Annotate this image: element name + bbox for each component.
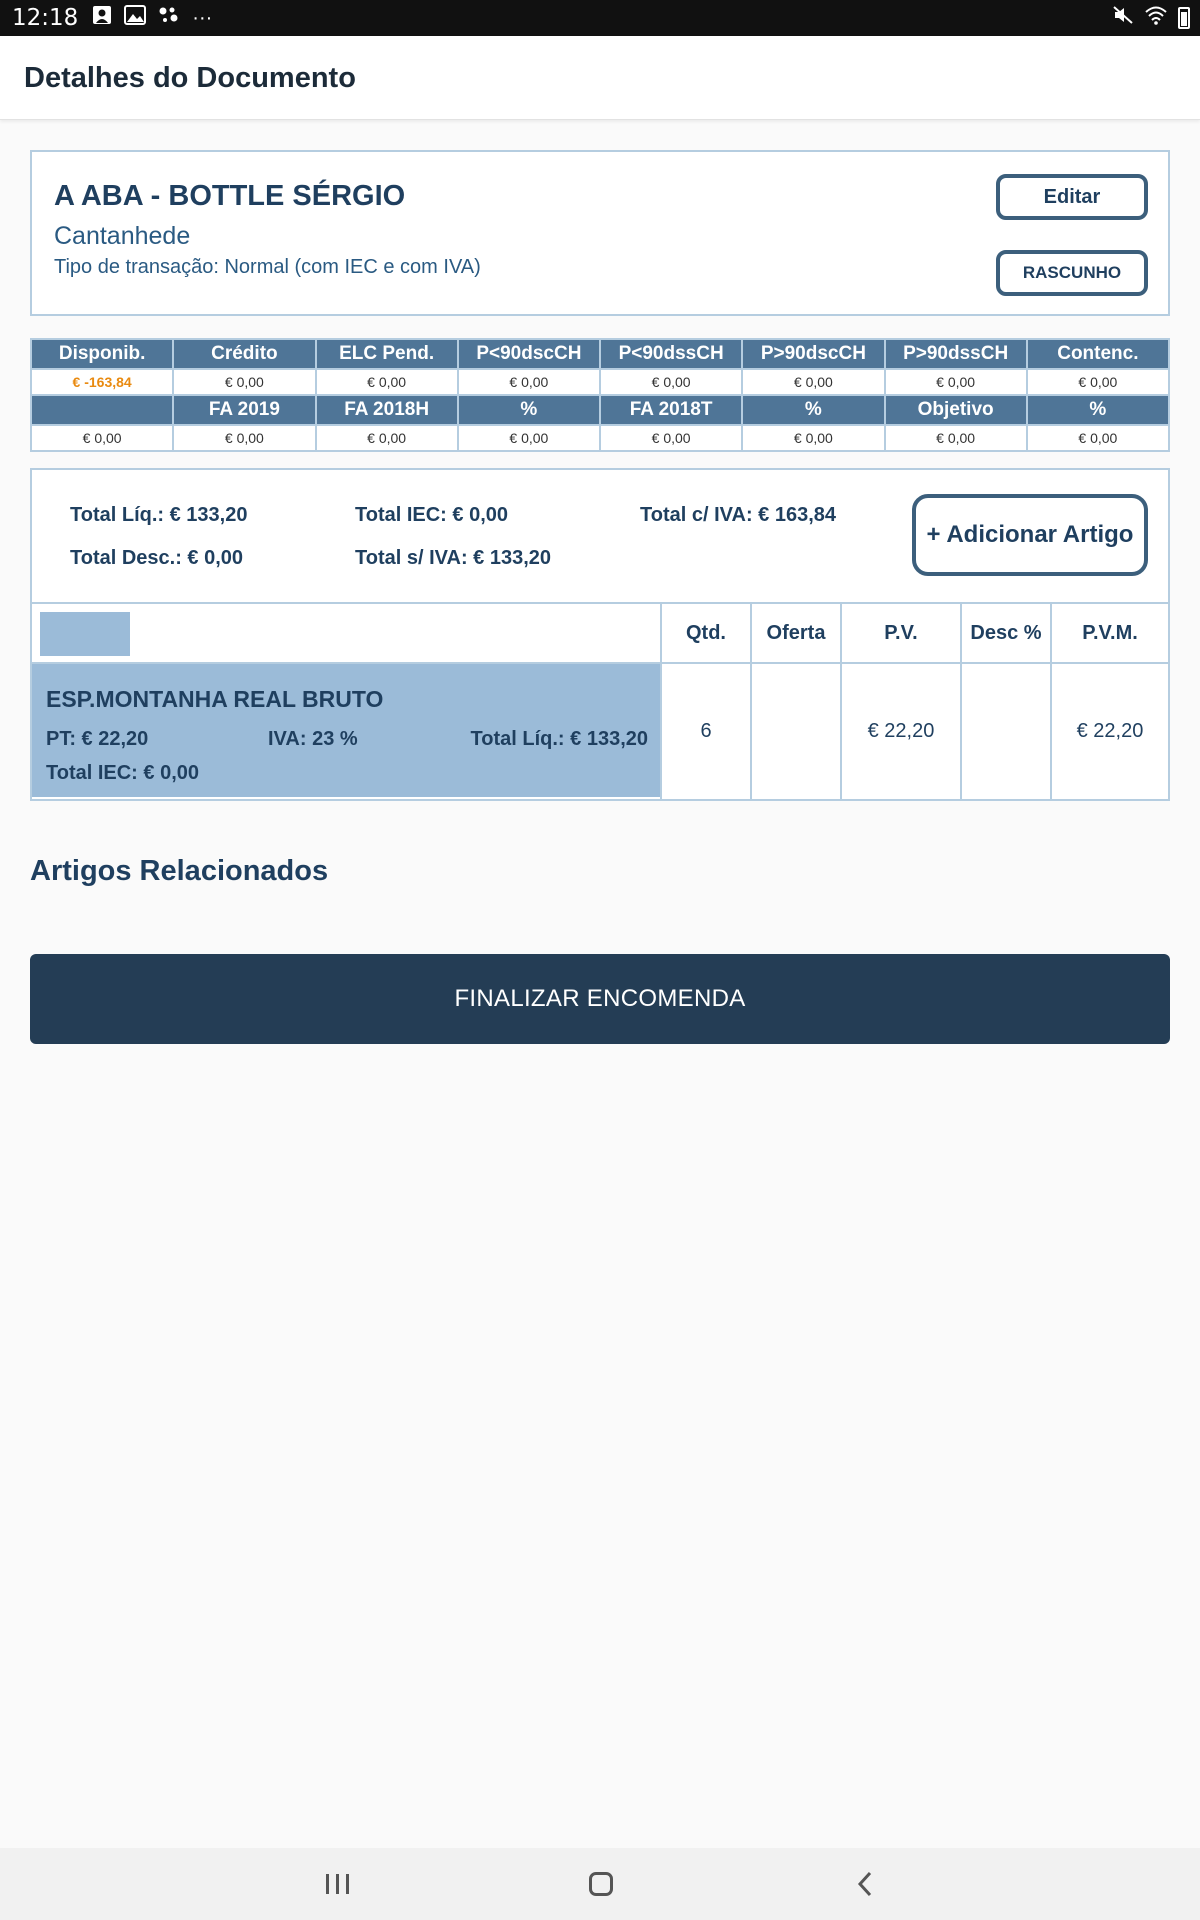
- stats-header-cell: FA 2018T: [598, 394, 744, 426]
- stats-header-cell: ELC Pend.: [314, 338, 459, 370]
- stats-header-cell: P<90dssCH: [598, 338, 744, 370]
- item-total-liq: Total Líq.: € 133,20: [470, 728, 648, 750]
- stats-header-cell: Crédito: [172, 338, 317, 370]
- stats-value-cell: € 0,00: [741, 424, 886, 452]
- table-row[interactable]: ESP.MONTANHA REAL BRUTO PT: € 22,20 IVA:…: [32, 664, 1168, 799]
- app-bar: Detalhes do Documento: [0, 36, 1200, 120]
- item-discount[interactable]: [960, 664, 1050, 799]
- stats-value-cell: € 0,00: [314, 424, 459, 452]
- stats-value-cell: € 0,00: [1025, 368, 1171, 396]
- item-min-price: € 22,20: [1050, 664, 1168, 799]
- navigation-bar: [0, 1848, 1200, 1920]
- stats-value-cell: € 0,00: [456, 368, 602, 396]
- customer-card: A ABA - BOTTLE SÉRGIO Cantanhede Tipo de…: [30, 150, 1170, 316]
- stats-header-cell: P>90dscCH: [741, 338, 886, 370]
- stats-header-cell: [29, 394, 175, 426]
- account-stats-table: Disponib. Crédito ELC Pend. P<90dscCH P<…: [29, 338, 1171, 452]
- page-title: Detalhes do Documento: [24, 62, 356, 94]
- transaction-type: Tipo de transação: Normal (com IEC e com…: [54, 256, 481, 278]
- wifi-icon: [1144, 4, 1168, 32]
- recents-icon[interactable]: [322, 1866, 352, 1902]
- stats-value-cell: € 0,00: [741, 368, 886, 396]
- stats-header-cell: Contenc.: [1025, 338, 1171, 370]
- stats-value-cell: € 0,00: [172, 424, 317, 452]
- customer-name: A ABA - BOTTLE SÉRGIO: [54, 180, 406, 212]
- back-icon[interactable]: [852, 1866, 878, 1902]
- items-table-header: Qtd. Oferta P.V. Desc % P.V.M.: [32, 602, 1168, 664]
- column-offer: Oferta: [750, 604, 840, 662]
- total-without-vat: Total s/ IVA: € 133,20: [355, 547, 552, 569]
- order-panel: Total Líq.: € 133,20 Total IEC: € 0,00 T…: [30, 468, 1170, 801]
- stats-value-cell: € 0,00: [883, 424, 1028, 452]
- item-offer[interactable]: [750, 664, 840, 799]
- status-time: 12:18: [12, 5, 79, 31]
- finish-order-button[interactable]: FINALIZAR ENCOMENDA: [30, 954, 1170, 1044]
- stats-value-cell: € 0,00: [456, 424, 602, 452]
- item-name: ESP.MONTANHA REAL BRUTO: [46, 686, 384, 712]
- item-vat: IVA: 23 %: [268, 728, 358, 750]
- stats-header-row: FA 2019 FA 2018H % FA 2018T % Objetivo %: [29, 394, 1171, 426]
- item-total-iec: Total IEC: € 0,00: [46, 762, 200, 784]
- total-with-vat: Total c/ IVA: € 163,84: [640, 504, 837, 526]
- stats-header-cell: P>90dssCH: [883, 338, 1028, 370]
- item-price[interactable]: € 22,20: [840, 664, 960, 799]
- related-items-title: Artigos Relacionados: [30, 855, 329, 887]
- column-qty: Qtd.: [660, 604, 750, 662]
- battery-icon: [1178, 7, 1190, 29]
- stats-header-cell: Objetivo: [883, 394, 1028, 426]
- column-discount: Desc %: [960, 604, 1050, 662]
- stats-header-cell: Disponib.: [29, 338, 175, 370]
- total-liq: Total Líq.: € 133,20: [70, 504, 248, 526]
- item-pt: PT: € 22,20: [46, 728, 149, 750]
- item-info[interactable]: ESP.MONTANHA REAL BRUTO PT: € 22,20 IVA:…: [32, 664, 660, 797]
- stats-value-cell: € 0,00: [1025, 424, 1171, 452]
- draft-button[interactable]: RASCUNHO: [996, 250, 1148, 296]
- total-iec: Total IEC: € 0,00: [355, 504, 509, 526]
- stats-header-cell: P<90dscCH: [456, 338, 602, 370]
- stats-value-row: € -163,84 € 0,00 € 0,00 € 0,00 € 0,00 € …: [29, 368, 1171, 396]
- stats-value-cell: € 0,00: [29, 424, 175, 452]
- contact-notification-icon: [92, 5, 112, 31]
- image-notification-icon: [124, 5, 147, 31]
- more-icon: ···: [192, 6, 213, 29]
- available-balance-value: € -163,84: [29, 368, 175, 396]
- status-bar: 12:18 ···: [0, 0, 1200, 36]
- stats-header-cell: %: [1025, 394, 1171, 426]
- stats-header-cell: %: [456, 394, 602, 426]
- home-icon[interactable]: [588, 1866, 614, 1902]
- stats-header-row: Disponib. Crédito ELC Pend. P<90dscCH P<…: [29, 338, 1171, 370]
- column-price: P.V.: [840, 604, 960, 662]
- item-qty[interactable]: 6: [660, 664, 750, 799]
- customer-city: Cantanhede: [54, 222, 191, 250]
- stats-value-cell: € 0,00: [172, 368, 317, 396]
- edit-button[interactable]: Editar: [996, 174, 1148, 220]
- stats-value-row: € 0,00 € 0,00 € 0,00 € 0,00 € 0,00 € 0,0…: [29, 424, 1171, 452]
- mute-icon: [1112, 4, 1134, 32]
- column-min-price: P.V.M.: [1050, 604, 1168, 662]
- total-discount: Total Desc.: € 0,00: [70, 547, 244, 569]
- stats-value-cell: € 0,00: [598, 424, 744, 452]
- stats-value-cell: € 0,00: [314, 368, 459, 396]
- item-filter-field[interactable]: [40, 612, 130, 656]
- stats-value-cell: € 0,00: [883, 368, 1028, 396]
- stats-header-cell: %: [741, 394, 886, 426]
- stats-header-cell: FA 2018H: [314, 394, 459, 426]
- assistant-icon: [158, 5, 180, 31]
- add-item-button[interactable]: + Adicionar Artigo: [912, 494, 1148, 576]
- stats-header-cell: FA 2019: [172, 394, 317, 426]
- stats-value-cell: € 0,00: [598, 368, 744, 396]
